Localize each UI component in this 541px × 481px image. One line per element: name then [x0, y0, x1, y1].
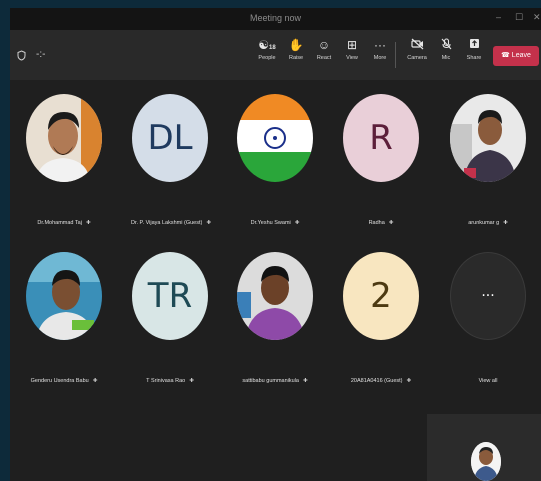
more-icon: ···: [481, 288, 495, 304]
participant-name: T Srinivasa Rao ✚: [146, 378, 194, 384]
view-button[interactable]: ⊞ View: [339, 38, 365, 61]
mic-label: Mic: [441, 55, 451, 61]
avatar-initials: TR: [147, 276, 193, 316]
avatar: [450, 94, 526, 182]
leave-label: Leave: [511, 52, 531, 59]
mic-muted-icon: ✚: [302, 378, 308, 384]
window-title: Meeting now: [249, 13, 302, 23]
view-all-label: View all: [478, 378, 498, 384]
avatar: DL: [132, 94, 208, 182]
participant-photo-5: [450, 94, 526, 182]
more-label: More: [373, 55, 387, 61]
smiley-icon: ☺: [317, 38, 331, 52]
participant-tile[interactable]: R Radha ✚: [342, 94, 420, 226]
participant-name: Radha ✚: [368, 220, 394, 226]
shield-icon[interactable]: [17, 50, 26, 61]
mic-off-icon: [433, 38, 459, 52]
people-button[interactable]: ☯18 People: [254, 38, 280, 61]
participant-name: Dr.Mohammad Taj ✚: [37, 220, 91, 226]
self-view-tile[interactable]: [427, 414, 541, 481]
avatar: [237, 252, 313, 340]
people-count: 18: [269, 45, 276, 51]
avatar-initials: DL: [147, 118, 193, 158]
self-photo: [471, 442, 501, 481]
avatar: TR: [132, 252, 208, 340]
toolbar-divider: [395, 42, 396, 68]
participant-photo-1: [26, 94, 102, 182]
avatar: R: [343, 94, 419, 182]
minimize-button[interactable]: –: [496, 12, 501, 22]
grid-icon: ⊞: [346, 38, 358, 52]
view-all-avatar: ···: [450, 252, 526, 340]
camera-label: Camera: [407, 55, 427, 61]
participant-name: Genderu Usendra Babu ✚: [30, 378, 98, 384]
share-icon: [461, 38, 487, 52]
camera-off-icon: [404, 38, 430, 52]
more-button[interactable]: ··· More: [367, 38, 393, 61]
participant-tile[interactable]: TR T Srinivasa Rao ✚: [131, 252, 209, 384]
more-icon: ···: [374, 38, 386, 52]
meeting-timer: -:-: [36, 49, 46, 60]
mic-muted-icon: ✚: [294, 220, 300, 226]
participant-tile[interactable]: sattibabu gummanikula ✚: [236, 252, 314, 384]
participant-name: Dr. P. Vijaya Lakshmi (Guest) ✚: [131, 220, 211, 226]
participant-tile[interactable]: Genderu Usendra Babu ✚: [25, 252, 103, 384]
flag-icon: [237, 94, 313, 182]
participant-name: sattibabu gummanikula ✚: [242, 378, 308, 384]
mic-muted-icon: ✚: [406, 378, 412, 384]
hand-icon: ✋: [288, 38, 304, 52]
avatar: [237, 94, 313, 182]
avatar-initials: R: [369, 118, 393, 158]
participant-tile[interactable]: DL Dr. P. Vijaya Lakshmi (Guest) ✚: [131, 94, 211, 226]
react-label: React: [316, 55, 332, 61]
raise-label: Raise: [288, 55, 304, 61]
avatar: 2: [343, 252, 419, 340]
avatar-initials: 2: [370, 276, 392, 316]
people-icon: ☯18: [258, 38, 276, 52]
participant-gallery: Dr.Mohammad Taj ✚ DL Dr. P. Vijaya Lakshm…: [10, 80, 541, 481]
raise-hand-button[interactable]: ✋ Raise: [283, 38, 309, 61]
participant-photo-6: [26, 252, 102, 340]
participant-name: arunkumar g ✚: [468, 220, 508, 226]
phone-hangup-icon: ☎: [501, 52, 510, 59]
participant-tile[interactable]: Dr.Mohammad Taj ✚: [25, 94, 103, 226]
camera-button[interactable]: Camera: [404, 38, 430, 61]
self-avatar: [471, 442, 501, 481]
meeting-window: Meeting now – ☐ ✕ -:- ☯18 People ✋ Raise…: [10, 8, 541, 481]
participant-tile[interactable]: 2 20A81A0416 (Guest) ✚: [342, 252, 420, 384]
mic-muted-icon: ✚: [503, 220, 508, 226]
close-button[interactable]: ✕: [533, 12, 541, 23]
participant-photo-8: [237, 252, 313, 340]
avatar: [26, 252, 102, 340]
view-label: View: [346, 55, 358, 61]
mic-muted-icon: ✚: [206, 220, 211, 226]
maximize-button[interactable]: ☐: [515, 12, 523, 23]
people-label: People: [258, 55, 276, 61]
participant-tile[interactable]: Dr.Yeshu Swami ✚: [236, 94, 314, 226]
mic-muted-icon: ✚: [92, 378, 98, 384]
share-button[interactable]: Share: [461, 38, 487, 61]
participant-name: 20A81A0416 (Guest) ✚: [350, 378, 412, 384]
mic-muted-icon: ✚: [189, 378, 194, 384]
react-button[interactable]: ☺ React: [311, 38, 337, 61]
meeting-toolbar: -:- ☯18 People ✋ Raise ☺ React ⊞ View ··…: [10, 30, 541, 80]
avatar: [26, 94, 102, 182]
participant-tile[interactable]: arunkumar g ✚: [449, 94, 527, 226]
view-all-tile[interactable]: ··· View all: [449, 252, 527, 384]
mic-muted-icon: ✚: [388, 220, 394, 226]
participant-name: Dr.Yeshu Swami ✚: [250, 220, 300, 226]
share-label: Share: [466, 55, 482, 61]
mic-button[interactable]: Mic: [433, 38, 459, 61]
title-bar: Meeting now – ☐ ✕: [10, 8, 541, 30]
leave-button[interactable]: ☎ Leave: [493, 46, 539, 66]
mic-muted-icon: ✚: [85, 220, 91, 226]
